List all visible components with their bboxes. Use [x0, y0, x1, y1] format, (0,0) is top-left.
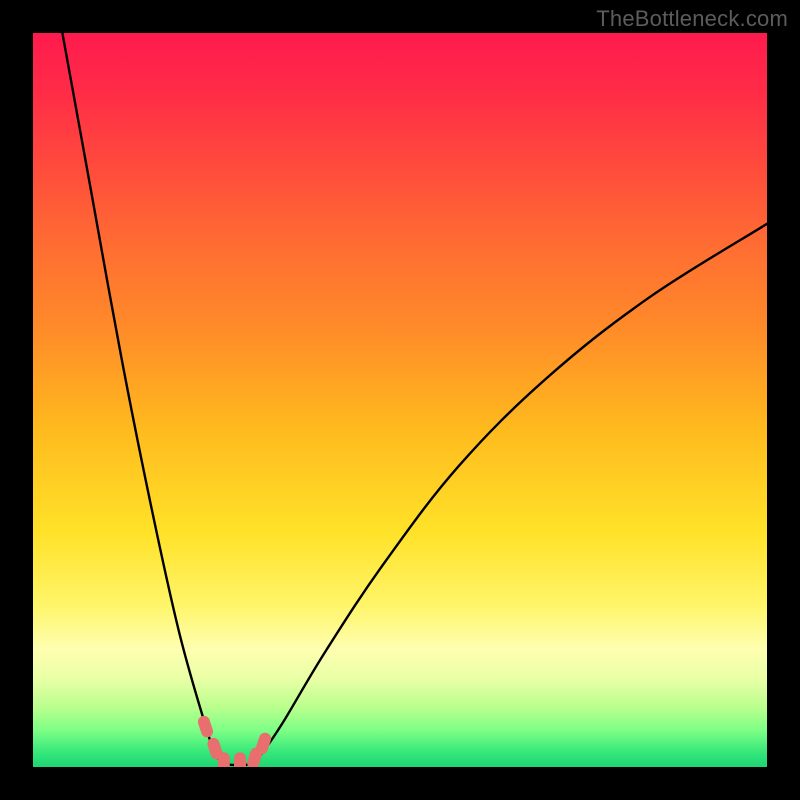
curve-marker [196, 714, 214, 739]
chart-frame: TheBottleneck.com [0, 0, 800, 800]
curve-markers [196, 714, 272, 767]
curve-svg [33, 33, 767, 767]
curve-marker [234, 752, 246, 767]
watermark-text: TheBottleneck.com [596, 6, 788, 32]
bottleneck-curve [62, 33, 767, 765]
plot-area [33, 33, 767, 767]
curve-marker [218, 752, 230, 767]
